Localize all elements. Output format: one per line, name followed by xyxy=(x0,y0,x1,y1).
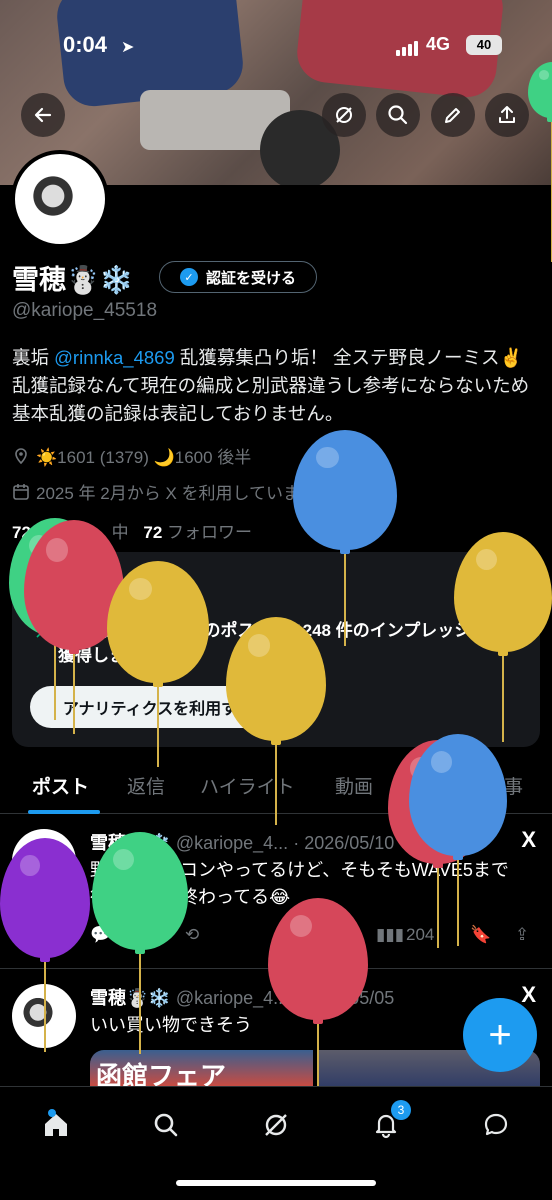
followers-count[interactable]: 72 xyxy=(143,523,162,542)
notifications-badge: 3 xyxy=(391,1100,411,1120)
home-icon xyxy=(45,1114,67,1136)
balloon-body xyxy=(0,838,90,958)
status-bar: 0:04 ➤ 4G 40 xyxy=(0,32,552,62)
home-indicator xyxy=(176,1180,376,1186)
balloon-string xyxy=(457,860,459,946)
balloon-body xyxy=(293,430,397,550)
pencil-icon xyxy=(445,108,460,123)
bookmark-icon[interactable]: 🔖 xyxy=(470,925,491,945)
joined-text: 2025 年 2月から X を利用しています xyxy=(36,484,317,503)
balloon-string xyxy=(344,554,346,646)
location-arrow-icon: ➤ xyxy=(121,39,135,56)
tab-posts[interactable]: ポスト xyxy=(32,772,89,799)
active-tab-indicator xyxy=(28,810,100,814)
tab-replies[interactable]: 返信 xyxy=(127,772,165,799)
avatar-image xyxy=(25,172,95,232)
battery-indicator: 40 xyxy=(466,35,502,55)
balloon-body xyxy=(409,734,507,856)
balloon-string xyxy=(157,687,159,767)
calendar-icon xyxy=(13,483,29,500)
balloon-string xyxy=(73,654,75,734)
post-author-handle: @kariope_4... xyxy=(175,833,289,853)
nav-grok[interactable] xyxy=(256,1105,296,1145)
get-verified-button[interactable]: ✓ 認証を受ける xyxy=(159,261,317,293)
nav-home[interactable] xyxy=(36,1105,76,1145)
network-type: 4G xyxy=(426,34,451,54)
balloon-decoration xyxy=(293,430,397,646)
home-unread-dot xyxy=(48,1109,56,1117)
search-button[interactable] xyxy=(376,93,420,137)
x-logo-icon: X xyxy=(521,982,536,1007)
media-image[interactable]: 函館フェア xyxy=(90,1050,313,1090)
balloon-decoration xyxy=(107,561,209,767)
location-pin-icon xyxy=(15,447,27,464)
balloon-body xyxy=(226,617,326,741)
grok-icon xyxy=(265,1114,287,1136)
x-logo-icon: X xyxy=(521,827,536,852)
balloon-string xyxy=(44,962,46,1052)
balloon-body xyxy=(92,832,188,950)
share-post-icon[interactable]: ⇪ xyxy=(515,925,529,945)
balloon-decoration xyxy=(454,532,552,742)
user-handle: @kariope_45518 xyxy=(12,300,158,321)
nav-messages[interactable] xyxy=(476,1105,516,1145)
tab-videos[interactable]: 動画 xyxy=(335,772,373,799)
plus-icon: + xyxy=(488,1012,512,1057)
balloon-body xyxy=(528,62,552,118)
balloon-string xyxy=(139,954,141,1054)
balloon-decoration xyxy=(409,734,507,946)
post-date: · 2026/05/10 xyxy=(293,833,395,853)
balloon-decoration xyxy=(0,838,90,1052)
bio-prefix: 裏垢 xyxy=(12,347,55,368)
share-icon xyxy=(499,106,515,123)
balloon-string xyxy=(502,656,504,742)
edit-button[interactable] xyxy=(431,93,475,137)
balloon-decoration xyxy=(226,617,326,825)
message-icon xyxy=(484,1113,508,1136)
back-button[interactable] xyxy=(21,93,65,137)
followers-label[interactable]: フォロワー xyxy=(167,523,252,542)
search-icon xyxy=(154,1113,178,1137)
views-count: 204 xyxy=(406,925,435,944)
location-text: ☀️1601 (1379) 🌙1600 後半 xyxy=(36,448,252,467)
verified-badge-icon: ✓ xyxy=(179,268,198,286)
grok-icon xyxy=(336,107,352,123)
status-time: 0:04 xyxy=(63,32,108,57)
balloon-body xyxy=(107,561,209,683)
balloon-string xyxy=(275,745,277,825)
balloon-decoration xyxy=(528,62,552,262)
grok-button[interactable] xyxy=(322,93,366,137)
display-name: 雪穂☃️❄️ xyxy=(12,265,134,295)
share-button[interactable] xyxy=(485,93,529,137)
balloon-body xyxy=(268,898,368,1020)
compose-post-button[interactable]: + xyxy=(463,998,537,1072)
profile-joined[interactable]: 2025 年 2月から X を利用しています › xyxy=(12,479,329,504)
tab-highlights[interactable]: ハイライト xyxy=(200,772,295,799)
avatar-image xyxy=(18,994,68,1040)
balloon-string xyxy=(437,868,439,948)
balloon-body xyxy=(454,532,552,652)
balloon-decoration xyxy=(268,898,368,1104)
profile-location: ☀️1601 (1379) 🌙1600 後半 xyxy=(12,443,251,468)
post-author-name[interactable]: 雪穂☃️❄️ xyxy=(90,988,171,1008)
nav-search[interactable] xyxy=(146,1105,186,1145)
get-verified-label: 認証を受ける xyxy=(205,269,296,287)
bio-mention-link[interactable]: @rinnka_4869 xyxy=(54,347,175,368)
views-icon[interactable]: ▮▮▮ xyxy=(376,925,404,945)
balloon-decoration xyxy=(92,832,188,1054)
balloon-string xyxy=(54,640,56,720)
profile-bio: 裏垢 @rinnka_4869 乱獲募集凸り垢！ 全ステ野良ノーミス✌️ 乱獲記… xyxy=(12,344,542,428)
profile-avatar[interactable] xyxy=(11,150,109,248)
search-icon xyxy=(388,105,408,125)
back-arrow-icon xyxy=(34,107,52,123)
signal-icon xyxy=(396,38,420,56)
